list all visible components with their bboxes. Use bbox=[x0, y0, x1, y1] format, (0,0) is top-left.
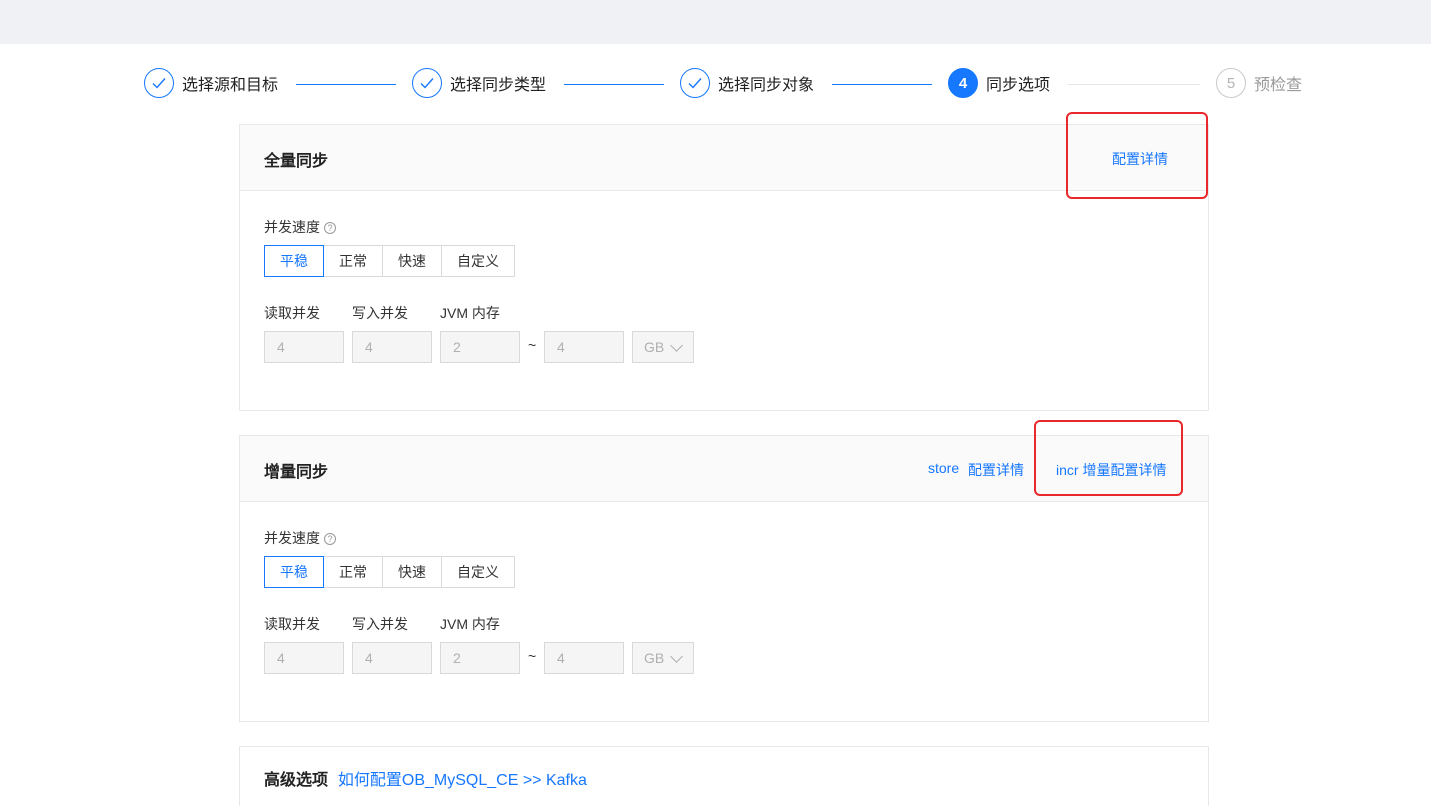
read-concurrency-label: 读取并发 bbox=[264, 305, 320, 321]
speed-option-normal[interactable]: 正常 bbox=[323, 556, 383, 588]
range-separator: ~ bbox=[528, 337, 537, 353]
check-icon bbox=[144, 68, 174, 98]
jvm-min-input[interactable]: 2 bbox=[440, 331, 520, 363]
read-concurrency-input[interactable]: 4 bbox=[264, 331, 344, 363]
step-label: 选择源和目标 bbox=[182, 77, 279, 94]
check-icon bbox=[680, 68, 710, 98]
incr-sync-title: 增量同步 bbox=[264, 464, 329, 481]
jvm-min-input[interactable]: 2 bbox=[440, 642, 520, 674]
store-link[interactable]: store bbox=[928, 460, 959, 476]
steps-bar: 选择源和目标 选择同步类型 选择同步对象 4 同步选项 5 预检查 bbox=[0, 66, 1431, 102]
jvm-memory-label: JVM 内存 bbox=[440, 616, 500, 632]
chevron-down-icon bbox=[670, 338, 684, 352]
speed-option-steady[interactable]: 平稳 bbox=[264, 245, 324, 277]
step-select-sync-type[interactable]: 选择同步类型 bbox=[412, 66, 546, 100]
full-sync-speed-selector: 平稳 正常 快速 自定义 bbox=[264, 245, 515, 277]
full-sync-card: 全量同步 配置详情 并发速度? 平稳 正常 快速 自定义 读取并发 写入并发 J… bbox=[239, 124, 1209, 411]
full-sync-title: 全量同步 bbox=[264, 153, 329, 170]
unit-select[interactable]: GB bbox=[632, 642, 694, 674]
write-concurrency-input[interactable]: 4 bbox=[352, 331, 432, 363]
advanced-title: 高级选项 bbox=[264, 772, 329, 789]
speed-option-fast[interactable]: 快速 bbox=[382, 556, 442, 588]
jvm-max-input[interactable]: 4 bbox=[544, 642, 624, 674]
help-icon[interactable]: ? bbox=[324, 533, 336, 545]
speed-option-custom[interactable]: 自定义 bbox=[441, 556, 515, 588]
concurrency-label: 并发速度? bbox=[264, 528, 336, 548]
highlight-box bbox=[1066, 112, 1208, 199]
step-label: 选择同步类型 bbox=[450, 77, 547, 94]
range-separator: ~ bbox=[528, 648, 537, 664]
step-connector bbox=[832, 84, 932, 85]
incr-sync-speed-selector: 平稳 正常 快速 自定义 bbox=[264, 556, 515, 588]
write-concurrency-label: 写入并发 bbox=[352, 616, 408, 632]
step-select-sync-objects[interactable]: 选择同步对象 bbox=[680, 66, 814, 100]
highlight-box bbox=[1034, 420, 1183, 496]
speed-option-steady[interactable]: 平稳 bbox=[264, 556, 324, 588]
advanced-options-card: 高级选项 如何配置OB_MySQL_CE >> Kafka bbox=[239, 746, 1209, 806]
step-connector bbox=[1068, 84, 1200, 85]
write-concurrency-input[interactable]: 4 bbox=[352, 642, 432, 674]
concurrency-label: 并发速度? bbox=[264, 217, 336, 237]
step-connector bbox=[564, 84, 664, 85]
unit-select[interactable]: GB bbox=[632, 331, 694, 363]
unit-value: GB bbox=[644, 339, 665, 355]
chevron-down-icon bbox=[670, 649, 684, 663]
read-concurrency-input[interactable]: 4 bbox=[264, 642, 344, 674]
speed-option-fast[interactable]: 快速 bbox=[382, 245, 442, 277]
step-connector bbox=[296, 84, 396, 85]
unit-value: GB bbox=[644, 650, 665, 666]
jvm-max-input[interactable]: 4 bbox=[544, 331, 624, 363]
top-bar bbox=[0, 0, 1431, 44]
step-number: 5 bbox=[1216, 68, 1246, 98]
step-select-source-target[interactable]: 选择源和目标 bbox=[144, 66, 278, 100]
step-precheck[interactable]: 5 预检查 bbox=[1216, 66, 1302, 100]
step-number: 4 bbox=[948, 68, 978, 98]
step-label: 预检查 bbox=[1254, 77, 1303, 94]
jvm-memory-label: JVM 内存 bbox=[440, 305, 500, 321]
advanced-help-link[interactable]: 如何配置OB_MySQL_CE >> Kafka bbox=[338, 772, 587, 789]
write-concurrency-label: 写入并发 bbox=[352, 305, 408, 321]
check-icon bbox=[412, 68, 442, 98]
step-sync-options[interactable]: 4 同步选项 bbox=[948, 66, 1050, 100]
help-icon[interactable]: ? bbox=[324, 222, 336, 234]
speed-option-custom[interactable]: 自定义 bbox=[441, 245, 515, 277]
advanced-header: 高级选项 如何配置OB_MySQL_CE >> Kafka bbox=[264, 766, 587, 790]
read-concurrency-label: 读取并发 bbox=[264, 616, 320, 632]
step-label: 同步选项 bbox=[986, 77, 1051, 94]
step-label: 选择同步对象 bbox=[718, 77, 815, 94]
full-sync-header: 全量同步 配置详情 bbox=[240, 125, 1208, 191]
speed-option-normal[interactable]: 正常 bbox=[323, 245, 383, 277]
store-config-link[interactable]: 配置详情 bbox=[968, 460, 1024, 480]
